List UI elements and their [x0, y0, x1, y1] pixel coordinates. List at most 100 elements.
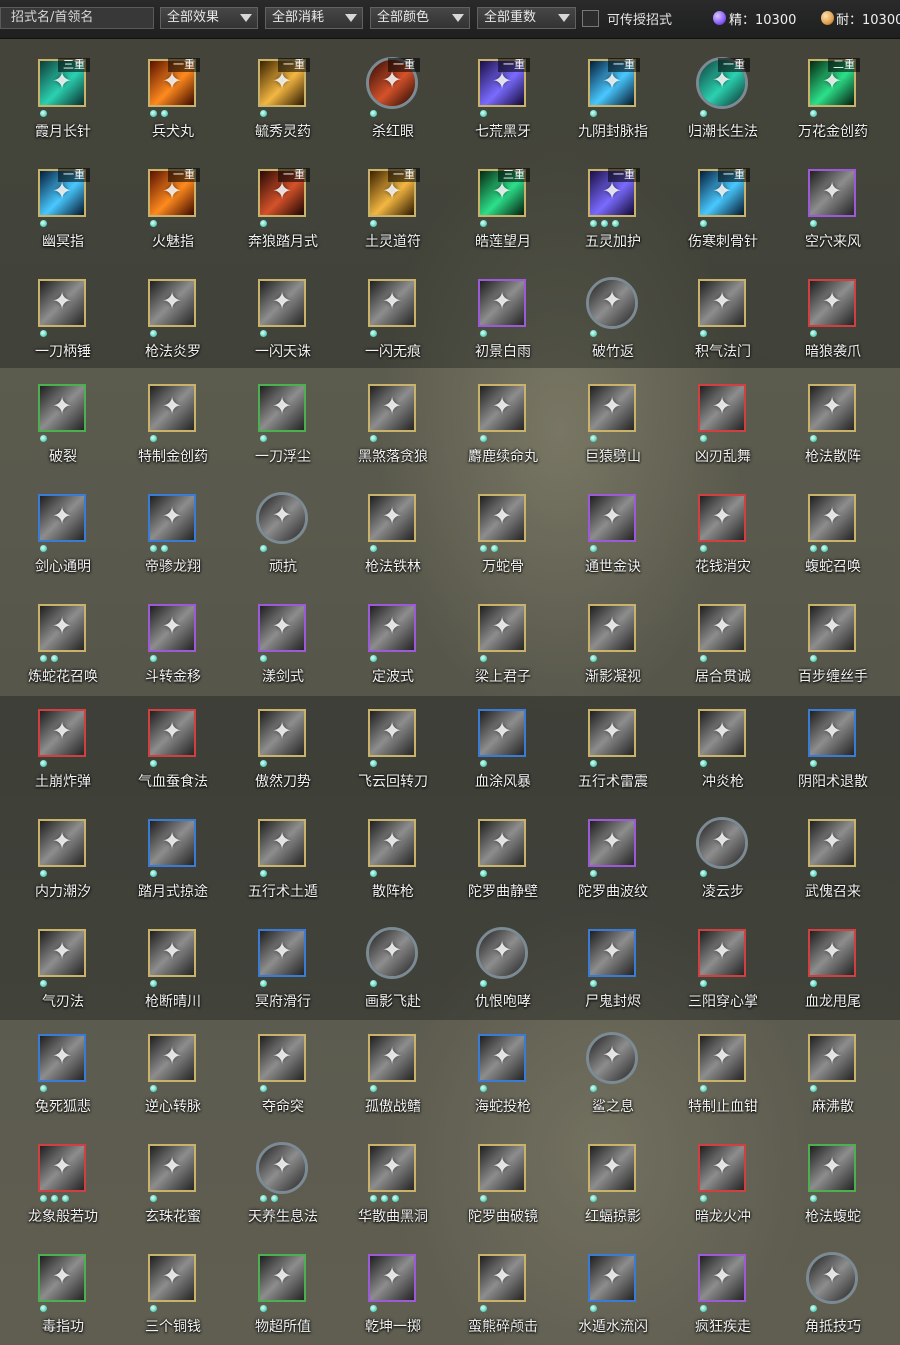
skill-card[interactable]: ✦ 红蝠掠影: [550, 1085, 660, 1225]
swirl-icon[interactable]: ✦: [148, 604, 196, 652]
skill-card[interactable]: ✦ 物超所值: [220, 1195, 330, 1335]
skill-card[interactable]: ✦ 枪法炎罗: [110, 220, 220, 360]
counter-icon[interactable]: ✦: [586, 277, 638, 329]
hand-icon[interactable]: ✦: [808, 604, 856, 652]
medicine-icon[interactable]: ✦: [148, 384, 196, 432]
skill-card[interactable]: ✦ 特制金创药: [110, 325, 220, 465]
bomb-icon[interactable]: ✦: [38, 709, 86, 757]
skill-card[interactable]: ✦ 画影飞赴: [330, 870, 440, 1010]
skill-card[interactable]: ✦ 定波式: [330, 545, 440, 685]
slash-icon[interactable]: ✦: [368, 279, 416, 327]
snake-icon[interactable]: ✦: [808, 494, 856, 542]
skill-card[interactable]: ✦ 尸鬼封烬: [550, 870, 660, 1010]
thief-icon[interactable]: ✦: [478, 604, 526, 652]
skill-card[interactable]: ✦ 傲然刀势: [220, 650, 330, 790]
skill-card[interactable]: ✦ 破竹返: [550, 220, 660, 360]
moon-icon[interactable]: ✦: [148, 819, 196, 867]
earth-icon[interactable]: ✦: [258, 819, 306, 867]
blade-icon[interactable]: ✦: [698, 384, 746, 432]
skill-card[interactable]: ✦ 陀罗曲静壁: [440, 760, 550, 900]
skill-card[interactable]: ✦ 蝮蛇召唤: [770, 435, 880, 575]
vortex-icon[interactable]: ✦: [368, 1144, 416, 1192]
skill-card[interactable]: ✦ 一重 火魅指: [110, 110, 220, 250]
skill-card[interactable]: ✦ 斗转金移: [110, 545, 220, 685]
skill-card[interactable]: ✦ 毒指功: [0, 1195, 110, 1335]
skill-card[interactable]: ✦ 通世金诀: [550, 435, 660, 575]
skill-card[interactable]: ✦ 帝骖龙翔: [110, 435, 220, 575]
puppet-icon[interactable]: ✦: [808, 819, 856, 867]
skill-card[interactable]: ✦ 初景白雨: [440, 220, 550, 360]
skill-card[interactable]: ✦ 炼蛇花召唤: [0, 545, 110, 685]
clamp-icon[interactable]: ✦: [698, 1034, 746, 1082]
spear-icon[interactable]: ✦: [368, 819, 416, 867]
qi-icon[interactable]: ✦: [698, 279, 746, 327]
skill-card[interactable]: ✦ 枪法散阵: [770, 325, 880, 465]
shatter-icon[interactable]: ✦: [38, 384, 86, 432]
skill-card[interactable]: ✦ 气刃法: [0, 870, 110, 1010]
skill-card[interactable]: ✦ 内力潮汐: [0, 760, 110, 900]
skill-card[interactable]: ✦ 乾坤一掷: [330, 1195, 440, 1335]
wind-icon[interactable]: ✦: [38, 929, 86, 977]
skill-card[interactable]: ✦ 破裂: [0, 325, 110, 465]
yinyang-icon[interactable]: ✦: [808, 709, 856, 757]
sword-icon[interactable]: ✦: [38, 494, 86, 542]
coin-icon[interactable]: ✦: [148, 1254, 196, 1302]
poison-icon[interactable]: ✦: [38, 1254, 86, 1302]
skill-card[interactable]: ✦ 一重 归潮长生法: [660, 0, 770, 140]
dragon-icon[interactable]: ✦: [808, 929, 856, 977]
skill-card[interactable]: ✦ 凶刃乱舞: [660, 325, 770, 465]
meditate-icon[interactable]: ✦: [256, 1142, 308, 1194]
palm-icon[interactable]: ✦: [698, 929, 746, 977]
honey-icon[interactable]: ✦: [148, 1144, 196, 1192]
skill-card[interactable]: ✦ 积气法门: [660, 220, 770, 360]
fire-icon[interactable]: ✦: [698, 1144, 746, 1192]
wave-icon[interactable]: ✦: [368, 604, 416, 652]
skill-card[interactable]: ✦ 特制止血钳: [660, 975, 770, 1115]
skill-card[interactable]: ✦ 一闪天诛: [220, 220, 330, 360]
blade-icon[interactable]: ✦: [698, 604, 746, 652]
skill-card[interactable]: ✦ 二重 万花金创药: [770, 0, 880, 140]
skill-card[interactable]: ✦ 一重 毓秀灵药: [220, 0, 330, 140]
skill-card[interactable]: ✦ 孤傲战鳍: [330, 975, 440, 1115]
eye-icon[interactable]: ✦: [588, 604, 636, 652]
snake-icon[interactable]: ✦: [38, 604, 86, 652]
fin-icon[interactable]: ✦: [368, 1034, 416, 1082]
tide-icon[interactable]: ✦: [38, 819, 86, 867]
wrestle-icon[interactable]: ✦: [806, 1252, 858, 1304]
snake-icon[interactable]: ✦: [478, 494, 526, 542]
skill-card[interactable]: ✦ 龙象般若功: [0, 1085, 110, 1225]
skill-card[interactable]: ✦ 土崩炸弹: [0, 650, 110, 790]
thrust-icon[interactable]: ✦: [258, 1034, 306, 1082]
roar-icon[interactable]: ✦: [476, 927, 528, 979]
skill-card[interactable]: ✦ 一重 杀红眼: [330, 0, 440, 140]
skill-card[interactable]: ✦ 踏月式掠途: [110, 760, 220, 900]
skill-card[interactable]: ✦ 黑煞落贪狼: [330, 325, 440, 465]
skill-card[interactable]: ✦ 一刀浮尘: [220, 325, 330, 465]
skill-card[interactable]: ✦ 巨猿劈山: [550, 325, 660, 465]
skill-card[interactable]: ✦ 散阵枪: [330, 760, 440, 900]
skill-card[interactable]: ✦ 一重 伤寒刺骨针: [660, 110, 770, 250]
run-icon[interactable]: ✦: [698, 1254, 746, 1302]
claw-icon[interactable]: ✦: [808, 279, 856, 327]
throw-icon[interactable]: ✦: [368, 1254, 416, 1302]
skill-card[interactable]: ✦ 角抵技巧: [770, 1195, 880, 1335]
skill-card[interactable]: ✦ 枪法蝮蛇: [770, 1085, 880, 1225]
seal-icon[interactable]: ✦: [588, 929, 636, 977]
powder-icon[interactable]: ✦: [808, 1034, 856, 1082]
slash-icon[interactable]: ✦: [258, 279, 306, 327]
skill-card[interactable]: ✦ 飞云回转刀: [330, 650, 440, 790]
skill-card[interactable]: ✦ 一重 幽冥指: [0, 110, 110, 250]
skill-card[interactable]: ✦ 漾剑式: [220, 545, 330, 685]
dragon-icon[interactable]: ✦: [148, 494, 196, 542]
skill-card[interactable]: ✦ 一重 土灵道符: [330, 110, 440, 250]
skill-card[interactable]: ✦ 暗狼袭爪: [770, 220, 880, 360]
thunder-icon[interactable]: ✦: [588, 709, 636, 757]
skill-card[interactable]: ✦ 蛮熊碎颅击: [440, 1195, 550, 1335]
skill-card[interactable]: ✦ 凌云步: [660, 760, 770, 900]
skill-card[interactable]: ✦ 一重 兵犬丸: [110, 0, 220, 140]
pill-icon[interactable]: ✦: [478, 384, 526, 432]
skill-card[interactable]: ✦ 花钱消灾: [660, 435, 770, 575]
skill-card[interactable]: ✦ 一重 奔狼踏月式: [220, 110, 330, 250]
bear-icon[interactable]: ✦: [478, 1254, 526, 1302]
resist-icon[interactable]: ✦: [256, 492, 308, 544]
